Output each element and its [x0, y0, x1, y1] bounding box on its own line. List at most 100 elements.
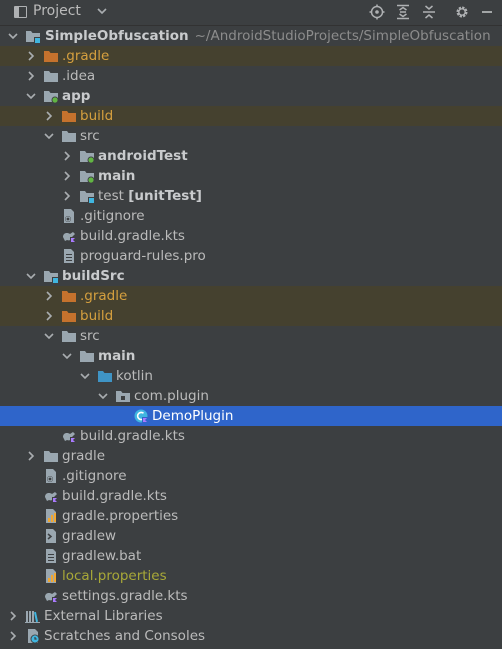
tree-row-root[interactable]: SimpleObfuscation ~/AndroidStudioProjects…	[0, 26, 502, 46]
chevron-right-icon[interactable]	[43, 310, 55, 322]
hide-minus-icon[interactable]	[479, 4, 495, 20]
folder-icon	[43, 68, 59, 84]
settings-gear-icon[interactable]	[454, 4, 470, 20]
properties-file-icon	[43, 568, 59, 584]
chevron-right-icon[interactable]	[7, 610, 19, 622]
locate-icon[interactable]	[369, 4, 385, 20]
tree-row-buildsrc-build[interactable]: build	[0, 306, 502, 326]
tree-row-proguard[interactable]: proguard-rules.pro	[0, 246, 502, 266]
folder-icon	[43, 448, 59, 464]
tree-item-label: build.gradle.kts	[80, 228, 185, 244]
chevron-right-icon[interactable]	[61, 190, 73, 202]
project-panel-icon	[14, 6, 27, 18]
tree-item-label: src	[80, 328, 100, 344]
tree-row-gradlew-bat[interactable]: gradlew.bat	[0, 546, 502, 566]
chevron-right-icon[interactable]	[43, 290, 55, 302]
text-file-icon	[43, 548, 59, 564]
tree-item-label: .idea	[62, 68, 96, 84]
chevron-down-icon[interactable]	[43, 130, 55, 142]
chevron-right-icon[interactable]	[25, 70, 37, 82]
chevron-right-icon[interactable]	[25, 50, 37, 62]
unit-test-tag: [unitTest]	[128, 188, 202, 204]
tree-item-label: .gitignore	[80, 208, 145, 224]
tree-item-label: Scratches and Consoles	[44, 628, 206, 644]
tree-row-buildsrc-src[interactable]: src	[0, 326, 502, 346]
folder-excluded-icon	[61, 308, 77, 324]
tree-item-label: proguard-rules.pro	[80, 248, 206, 264]
chevron-down-icon[interactable]	[43, 330, 55, 342]
chevron-down-icon[interactable]	[61, 350, 73, 362]
chevron-down-icon[interactable]	[25, 270, 37, 282]
tree-item-label: androidTest	[98, 148, 188, 164]
folder-icon	[79, 348, 95, 364]
tree-row-package[interactable]: com.plugin	[0, 386, 502, 406]
tree-item-label: buildSrc	[62, 268, 125, 284]
tree-row-kotlin[interactable]: kotlin	[0, 366, 502, 386]
text-file-icon	[61, 248, 77, 264]
tree-row-app-main[interactable]: main	[0, 166, 502, 186]
tree-row-buildsrc-buildgradle[interactable]: build.gradle.kts	[0, 426, 502, 446]
tree-row-app[interactable]: app	[0, 86, 502, 106]
root-project-label: SimpleObfuscation	[45, 28, 189, 44]
chevron-down-icon[interactable]	[25, 90, 37, 102]
tree-row-buildsrc[interactable]: buildSrc	[0, 266, 502, 286]
tree-item-label: External Libraries	[44, 608, 163, 624]
tree-row-scratches[interactable]: Scratches and Consoles	[0, 626, 502, 646]
chevron-down-icon[interactable]	[96, 5, 108, 17]
chevron-right-icon[interactable]	[61, 170, 73, 182]
tree-item-label: .gradle	[80, 288, 128, 304]
gitignore-file-icon	[43, 468, 59, 484]
shell-script-icon	[43, 528, 59, 544]
tree-item-label: build	[80, 108, 114, 124]
source-root-folder-icon	[97, 368, 113, 384]
chevron-down-icon[interactable]	[97, 390, 109, 402]
tree-row-app-build[interactable]: build	[0, 106, 502, 126]
project-view-selector[interactable]: Project	[33, 3, 81, 19]
tree-row-root-buildgradle[interactable]: build.gradle.kts	[0, 486, 502, 506]
tree-row-external-libraries[interactable]: External Libraries	[0, 606, 502, 626]
tree-item-label: gradle.properties	[62, 508, 179, 524]
tree-item-label: local.properties	[62, 568, 167, 584]
collapse-all-icon[interactable]	[421, 4, 437, 20]
tree-item-label: build	[80, 308, 114, 324]
tree-row-app-gitignore[interactable]: .gitignore	[0, 206, 502, 226]
root-project-path: ~/AndroidStudioProjects/SimpleObfuscatio…	[194, 28, 491, 44]
tree-row-root-gitignore[interactable]: .gitignore	[0, 466, 502, 486]
source-set-folder-icon	[79, 168, 95, 184]
tree-item-label: com.plugin	[134, 388, 209, 404]
tree-row-app-src[interactable]: src	[0, 126, 502, 146]
kotlin-class-icon	[133, 408, 149, 424]
tree-row-app-buildgradle[interactable]: build.gradle.kts	[0, 226, 502, 246]
chevron-right-icon[interactable]	[25, 450, 37, 462]
tree-row-app-test[interactable]: test [unitTest]	[0, 186, 502, 206]
expand-all-icon[interactable]	[395, 4, 411, 20]
gitignore-file-icon	[61, 208, 77, 224]
tree-item-label: .gradle	[62, 48, 110, 64]
folder-excluded-icon	[61, 288, 77, 304]
chevron-down-icon[interactable]	[7, 30, 19, 42]
tree-item-label: gradlew.bat	[62, 548, 142, 564]
tree-row-settings-gradle[interactable]: settings.gradle.kts	[0, 586, 502, 606]
tree-item-label: build.gradle.kts	[62, 488, 167, 504]
tree-row-buildsrc-main[interactable]: main	[0, 346, 502, 366]
tree-row-gradlew[interactable]: gradlew	[0, 526, 502, 546]
tree-row-local-properties[interactable]: local.properties	[0, 566, 502, 586]
folder-icon	[61, 328, 77, 344]
tree-item-label: settings.gradle.kts	[62, 588, 188, 604]
tree-row-dot-gradle[interactable]: .gradle	[0, 46, 502, 66]
chevron-right-icon[interactable]	[61, 150, 73, 162]
chevron-right-icon[interactable]	[7, 630, 19, 642]
tree-item-label: gradlew	[62, 528, 117, 544]
tree-row-buildsrc-dot-gradle[interactable]: .gradle	[0, 286, 502, 306]
tree-row-idea[interactable]: .idea	[0, 66, 502, 86]
tree-row-gradle-properties[interactable]: gradle.properties	[0, 506, 502, 526]
tree-item-label: build.gradle.kts	[80, 428, 185, 444]
chevron-down-icon[interactable]	[79, 370, 91, 382]
tree-row-gradle-dir[interactable]: gradle	[0, 446, 502, 466]
android-module-folder-icon	[43, 88, 59, 104]
gradle-kts-file-icon	[43, 588, 59, 604]
tree-row-demoplugin[interactable]: DemoPlugin	[0, 406, 502, 426]
source-set-folder-icon	[79, 188, 95, 204]
chevron-right-icon[interactable]	[43, 110, 55, 122]
tree-row-androidtest[interactable]: androidTest	[0, 146, 502, 166]
